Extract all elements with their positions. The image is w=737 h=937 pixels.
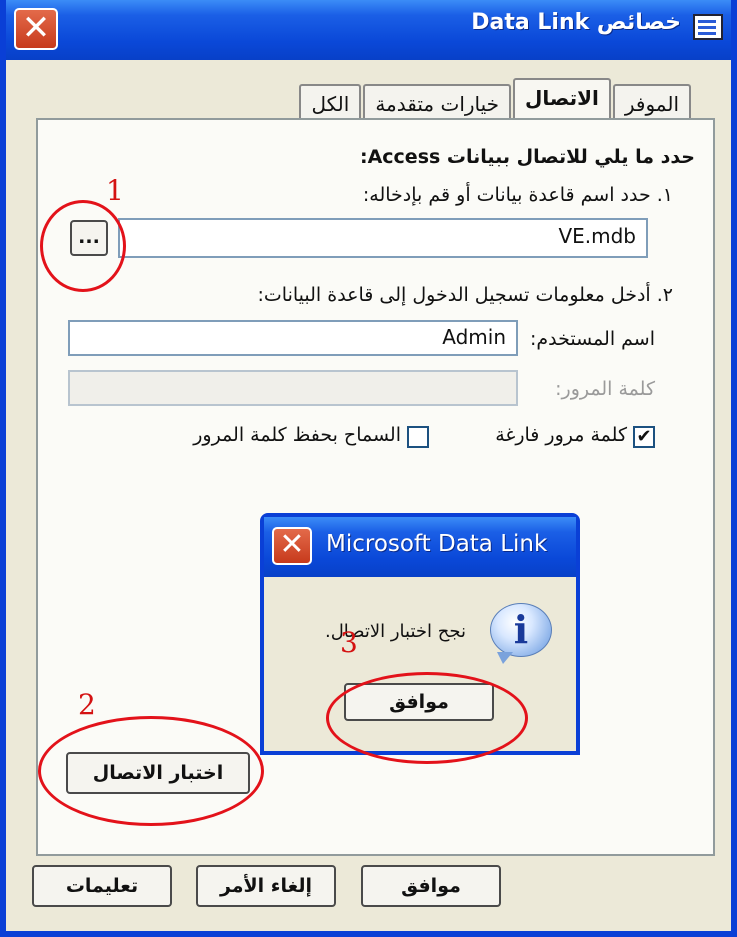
username-label: اسم المستخدم:: [529, 328, 655, 350]
blank-password-checkbox[interactable]: ✔: [633, 426, 655, 448]
tab-advanced[interactable]: خيارات متقدمة: [363, 84, 512, 122]
annotation-circle-browse: [40, 200, 126, 292]
username-field[interactable]: Admin: [68, 320, 518, 356]
tab-all[interactable]: الكل: [299, 84, 362, 122]
tab-provider[interactable]: الموفر: [612, 84, 691, 122]
annotation-circle-ok: [326, 672, 528, 764]
message-box-close-button[interactable]: ✕: [272, 527, 312, 565]
allow-save-password-label: السماح بحفظ كلمة المرور: [193, 424, 401, 446]
tab-connection[interactable]: الاتصال: [513, 78, 611, 122]
database-name-field[interactable]: VE.mdb: [118, 218, 648, 258]
cancel-button[interactable]: إلغاء الأمر: [196, 865, 336, 907]
annotation-number-1: 1: [106, 174, 124, 207]
ok-button[interactable]: موافق: [361, 865, 501, 907]
password-label: كلمة المرور:: [555, 378, 655, 400]
intro-label: حدد ما يلي للاتصال ببيانات Access:: [359, 146, 695, 168]
annotation-number-3: 3: [340, 626, 358, 659]
help-button[interactable]: تعليمات: [32, 865, 172, 907]
tab-strip: الموفرالاتصالخيارات متقدمةالكل: [297, 78, 691, 122]
step2-label: ٢. أدخل معلومات تسجيل الدخول إلى قاعدة ا…: [257, 284, 673, 306]
step1-label: ١. حدد اسم قاعدة بيانات أو قم بإدخاله:: [362, 184, 673, 206]
annotation-circle-test-connection: [38, 716, 264, 826]
title-bar[interactable]: ✕ خصائص Data Link: [6, 0, 731, 60]
data-link-app-icon: [693, 14, 723, 40]
close-button[interactable]: ✕: [14, 8, 58, 50]
allow-save-password-checkbox[interactable]: [407, 426, 429, 448]
window-title: خصائص Data Link: [471, 10, 681, 35]
blank-password-label: كلمة مرور فارغة: [495, 424, 627, 446]
message-box-title-bar[interactable]: ✕ Microsoft Data Link: [264, 517, 576, 577]
password-field[interactable]: [68, 370, 518, 406]
message-box-title: Microsoft Data Link: [326, 531, 548, 557]
information-icon: i: [490, 603, 552, 664]
annotation-number-2: 2: [78, 688, 96, 721]
